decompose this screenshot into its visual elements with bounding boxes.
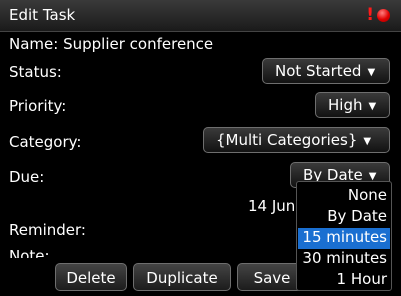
name-label: Name: (9, 35, 59, 53)
priority-label: Priority: (9, 97, 67, 115)
reminder-label: Reminder: (9, 221, 86, 239)
category-label: Category: (9, 133, 82, 151)
status-value: Not Started (275, 62, 362, 80)
note-label: Note: (9, 247, 50, 258)
note-row[interactable]: Note: (9, 247, 50, 258)
category-dropdown[interactable]: {Multi Categories} ▼ (203, 127, 390, 153)
duplicate-button[interactable]: Duplicate (133, 263, 231, 291)
chevron-down-icon: ▼ (367, 67, 376, 78)
priority-dropdown[interactable]: High ▼ (315, 92, 390, 118)
window-title: Edit Task (9, 6, 76, 24)
category-value: {Multi Categories} (216, 131, 358, 149)
priority-value: High (328, 96, 363, 114)
name-value[interactable]: Supplier conference (63, 35, 213, 53)
option-none[interactable]: None (298, 186, 390, 207)
option-30-minutes[interactable]: 30 minutes (298, 249, 390, 270)
delete-button[interactable]: Delete (55, 263, 127, 291)
option-15-minutes[interactable]: 15 minutes (298, 228, 390, 249)
status-label: Status: (9, 63, 62, 81)
due-date-value[interactable]: 14 Jun (248, 197, 296, 215)
chevron-down-icon: ▼ (368, 101, 377, 112)
reminder-dropdown-list[interactable]: None By Date 15 minutes 30 minutes 1 Hou… (296, 181, 392, 291)
name-row[interactable]: Name: Supplier conference (9, 35, 213, 53)
chevron-down-icon: ▼ (363, 136, 372, 147)
status-dropdown[interactable]: Not Started ▼ (262, 58, 390, 84)
due-label: Due: (9, 168, 45, 186)
option-by-date[interactable]: By Date (298, 207, 390, 228)
red-dot-icon (377, 9, 390, 22)
title-bar: Edit Task ! (0, 0, 401, 32)
option-1-hour[interactable]: 1 Hour (298, 270, 390, 291)
exclamation-icon: ! (366, 5, 374, 25)
